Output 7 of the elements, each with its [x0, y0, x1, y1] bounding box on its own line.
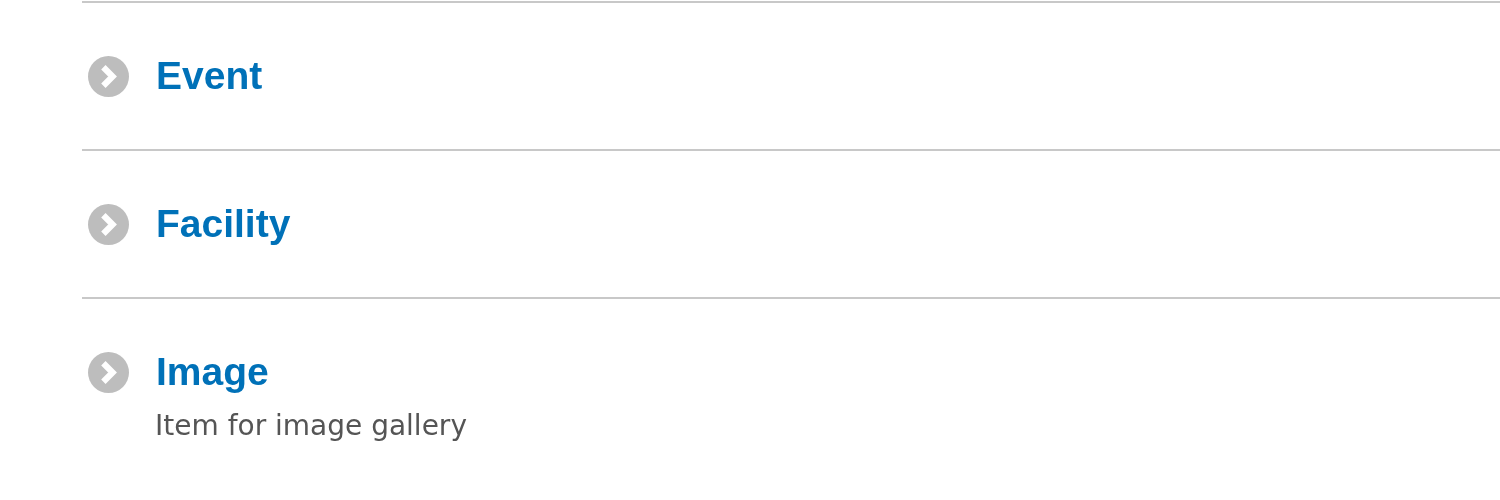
- item-title-link[interactable]: Image: [156, 351, 269, 393]
- chevron-circle-icon: [88, 351, 129, 393]
- item-title-link[interactable]: Facility: [156, 203, 291, 245]
- chevron-circle-icon: [88, 203, 129, 245]
- item-title-link[interactable]: Event: [156, 55, 263, 97]
- item-description: Item for image gallery: [155, 409, 468, 442]
- chevron-circle-icon: [88, 55, 129, 97]
